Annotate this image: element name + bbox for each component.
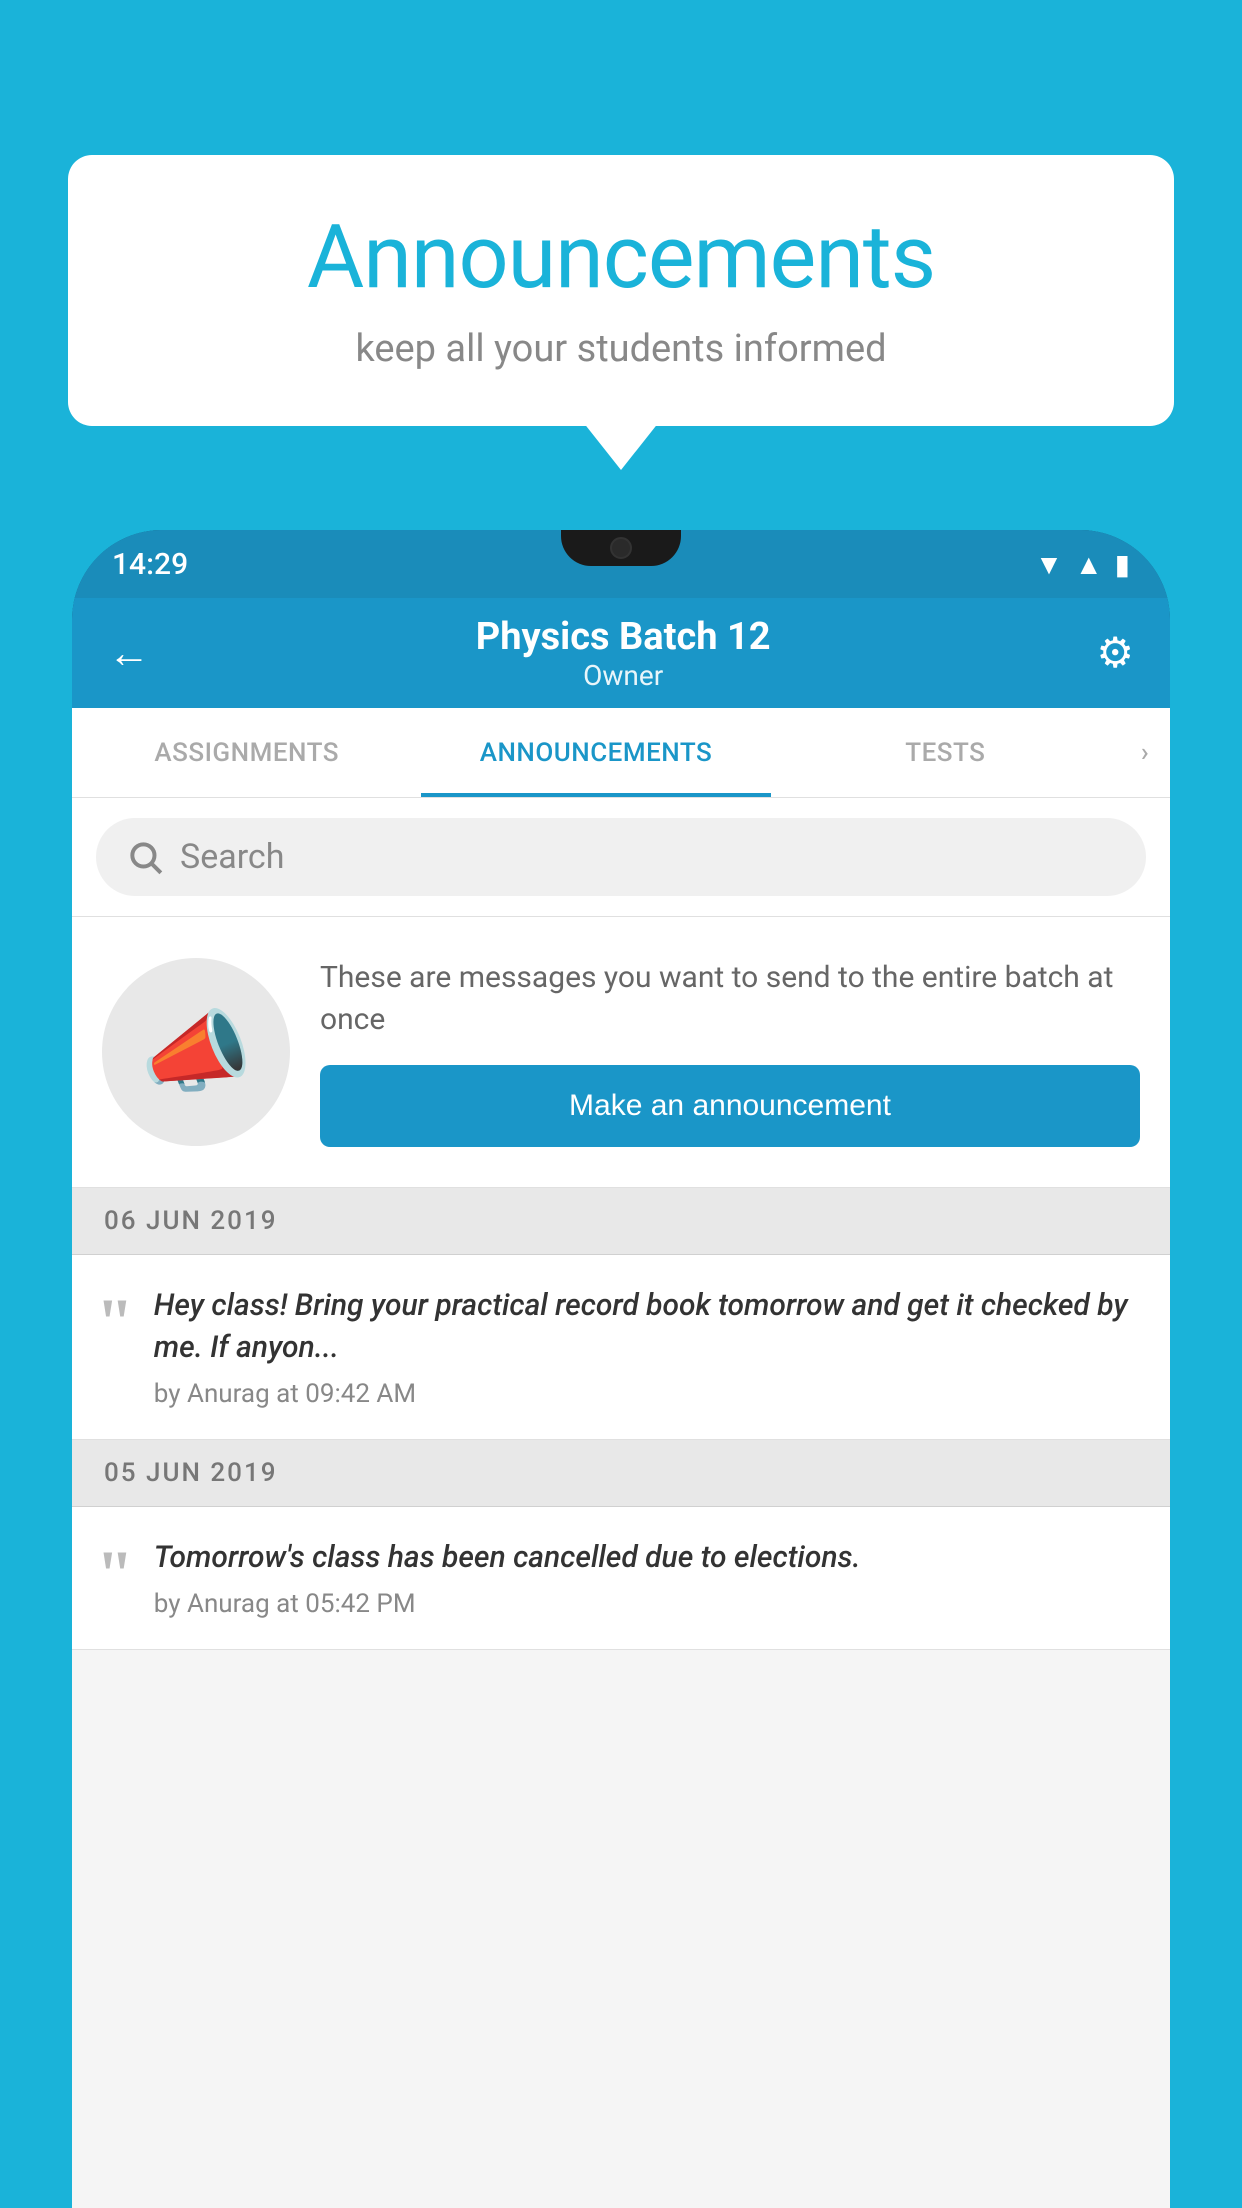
tab-more[interactable]: ›: [1120, 708, 1170, 797]
make-announcement-button[interactable]: Make an announcement: [320, 1065, 1140, 1147]
quote-icon-2: ": [96, 1547, 134, 1601]
app-body: Search 📣 These are messages you want to …: [72, 798, 1170, 2208]
header-title-area: Physics Batch 12 Owner: [150, 615, 1096, 692]
tab-assignments[interactable]: ASSIGNMENTS: [72, 708, 421, 797]
phone-frame: 14:29 ▼ ▲ ▮ ← Physics Batch 12 Owner ⚙ A…: [72, 530, 1170, 2208]
announcement-item-1[interactable]: " Hey class! Bring your practical record…: [72, 1255, 1170, 1440]
announcement-content-2: Tomorrow's class has been cancelled due …: [154, 1537, 1140, 1619]
announcement-promo: 📣 These are messages you want to send to…: [72, 917, 1170, 1188]
announcement-item-2[interactable]: " Tomorrow's class has been cancelled du…: [72, 1507, 1170, 1650]
tab-announcements[interactable]: ANNOUNCEMENTS: [421, 708, 770, 797]
settings-icon[interactable]: ⚙: [1096, 628, 1134, 678]
app-header: ← Physics Batch 12 Owner ⚙: [72, 598, 1170, 708]
speech-bubble-area: Announcements keep all your students inf…: [68, 155, 1174, 426]
search-placeholder: Search: [180, 837, 284, 877]
announcement-text-1: Hey class! Bring your practical record b…: [154, 1285, 1140, 1369]
bubble-title: Announcements: [128, 210, 1114, 307]
tabs-bar: ASSIGNMENTS ANNOUNCEMENTS TESTS ›: [72, 708, 1170, 798]
search-bar-container: Search: [72, 798, 1170, 917]
announcement-meta-2: by Anurag at 05:42 PM: [154, 1589, 1140, 1619]
bubble-subtitle: keep all your students informed: [128, 327, 1114, 371]
search-bar[interactable]: Search: [96, 818, 1146, 896]
header-title: Physics Batch 12: [150, 615, 1096, 659]
signal-icon: ▲: [1075, 548, 1103, 581]
date-separator-2: 05 JUN 2019: [72, 1440, 1170, 1507]
search-icon: [126, 838, 164, 876]
header-subtitle: Owner: [150, 659, 1096, 692]
back-button[interactable]: ←: [108, 629, 150, 678]
notch: [561, 530, 681, 566]
megaphone-icon: 📣: [140, 1000, 252, 1105]
battery-icon: ▮: [1115, 548, 1130, 581]
speech-bubble: Announcements keep all your students inf…: [68, 155, 1174, 426]
megaphone-circle: 📣: [102, 958, 290, 1146]
date-separator-1: 06 JUN 2019: [72, 1188, 1170, 1255]
promo-right: These are messages you want to send to t…: [320, 957, 1140, 1147]
front-camera: [610, 537, 632, 559]
status-bar: 14:29 ▼ ▲ ▮: [72, 530, 1170, 598]
promo-description: These are messages you want to send to t…: [320, 957, 1140, 1041]
status-time: 14:29: [112, 547, 188, 582]
announcement-text-2: Tomorrow's class has been cancelled due …: [154, 1537, 1140, 1579]
tab-tests[interactable]: TESTS: [771, 708, 1120, 797]
announcement-content-1: Hey class! Bring your practical record b…: [154, 1285, 1140, 1409]
quote-icon-1: ": [96, 1295, 134, 1349]
phone-inner: 14:29 ▼ ▲ ▮ ← Physics Batch 12 Owner ⚙ A…: [72, 530, 1170, 2208]
wifi-icon: ▼: [1035, 548, 1063, 581]
status-icons: ▼ ▲ ▮: [1035, 548, 1130, 581]
announcement-meta-1: by Anurag at 09:42 AM: [154, 1379, 1140, 1409]
